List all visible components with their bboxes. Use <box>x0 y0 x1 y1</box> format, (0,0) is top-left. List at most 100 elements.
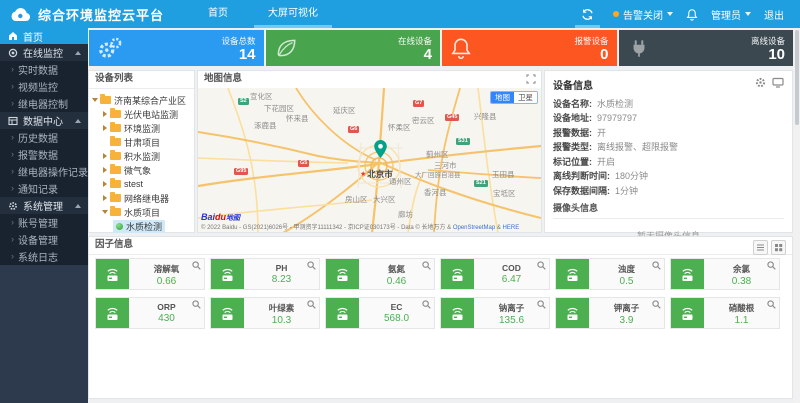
map-label: 大厂回族自治县 <box>415 169 461 179</box>
sidebar-item-alarm-data[interactable]: ›报警数据 <box>0 146 88 163</box>
sidebar-item-label: 继电器控制 <box>18 96 68 111</box>
map-label: 香河县 <box>424 187 447 198</box>
factor-card[interactable]: PH 8.23 <box>210 258 320 290</box>
chevron-up-icon <box>75 51 81 55</box>
camera-section-title: 摄像头信息 <box>553 201 784 215</box>
monitor-icon <box>8 48 18 58</box>
magnifier-icon[interactable] <box>652 300 661 309</box>
expander-icon[interactable] <box>103 125 107 131</box>
sidebar-item-notice-log[interactable]: ›通知记录 <box>0 180 88 197</box>
nav-home[interactable]: 首页 <box>188 0 248 28</box>
tree-node-folder[interactable]: 网络继电器 <box>91 191 192 205</box>
magnifier-icon[interactable] <box>537 300 546 309</box>
grid-view-icon[interactable] <box>771 240 786 255</box>
factor-card[interactable]: EC 568.0 <box>325 297 435 329</box>
tree-node-folder[interactable]: stest <box>91 177 192 191</box>
factor-card[interactable]: 余氯 0.38 <box>670 258 780 290</box>
magnifier-icon[interactable] <box>767 261 776 270</box>
refresh-icon[interactable] <box>575 0 600 28</box>
tree-node-folder[interactable]: 光伏电站监测 <box>91 107 192 121</box>
factors-panel: 因子信息 溶解氧 0.66 PH 8.23 氨氮 0.46 <box>88 236 793 399</box>
stat-card-total-devices[interactable]: 设备总数14 <box>89 30 264 66</box>
sidebar-item-device-manage[interactable]: ›设备管理 <box>0 231 88 248</box>
expander-open-icon[interactable] <box>102 210 108 214</box>
sidebar-item-account-manage[interactable]: ›账号管理 <box>0 214 88 231</box>
sidebar-section-system-manage[interactable]: 系统管理 <box>0 197 88 214</box>
sidebar-item-home[interactable]: 首页 <box>0 28 88 44</box>
magnifier-icon[interactable] <box>192 261 201 270</box>
tree-node-label: stest <box>124 179 143 189</box>
alarm-toggle[interactable]: 告警关闭 <box>613 7 673 22</box>
page-scrollbar[interactable] <box>794 28 800 403</box>
factor-card[interactable]: 氨氮 0.46 <box>325 258 435 290</box>
factor-card[interactable]: ORP 430 <box>95 297 205 329</box>
map-type-satellite-button[interactable]: 卫星 <box>514 92 537 103</box>
factor-grid: 溶解氧 0.66 PH 8.23 氨氮 0.46 COD 6.47 <box>95 258 786 329</box>
expander-icon[interactable] <box>103 153 107 159</box>
sidebar-section-data-center[interactable]: 数据中心 <box>0 112 88 129</box>
map-type-switch[interactable]: 地图 卫星 <box>490 91 538 104</box>
map-label: 怀来县 <box>286 113 309 124</box>
magnifier-icon[interactable] <box>307 261 316 270</box>
factor-card[interactable]: 叶绿素 10.3 <box>210 297 320 329</box>
sidebar-section-online-monitor[interactable]: 在线监控 <box>0 44 88 61</box>
osm-link[interactable]: OpenStreetMap <box>453 225 495 231</box>
magnifier-icon[interactable] <box>422 300 431 309</box>
sidebar-item-realtime-data[interactable]: ›实时数据 <box>0 61 88 78</box>
bell-icon[interactable] <box>686 8 698 21</box>
sidebar-item-video-monitor[interactable]: ›视频监控 <box>0 78 88 95</box>
tree-node-label: 济南某综合产业区 <box>114 94 186 107</box>
factor-card[interactable]: 浊度 0.5 <box>555 258 665 290</box>
tree-node-root[interactable]: 济南某综合产业区 <box>91 93 192 107</box>
tree-node-leaf-selected[interactable]: 水质检测 <box>91 219 192 233</box>
magnifier-icon[interactable] <box>307 300 316 309</box>
here-link[interactable]: HERE <box>503 225 520 231</box>
nav-bigscreen[interactable]: 大屏可视化 <box>248 0 338 28</box>
folder-icon <box>110 138 121 146</box>
magnifier-icon[interactable] <box>422 261 431 270</box>
sidebar-item-history-data[interactable]: ›历史数据 <box>0 129 88 146</box>
info-row: 标记位置:开启 <box>553 154 784 169</box>
factor-card[interactable]: COD 6.47 <box>440 258 550 290</box>
tree-node-folder[interactable]: 环境监测 <box>91 121 192 135</box>
magnifier-icon[interactable] <box>537 261 546 270</box>
factor-card[interactable]: 钠离子 135.6 <box>440 297 550 329</box>
tree-node-folder[interactable]: 甘肃项目 <box>91 135 192 149</box>
stat-card-alarm-devices[interactable]: 报警设备0 <box>442 30 617 66</box>
tree-node-folder[interactable]: 微气象 <box>91 163 192 177</box>
map-canvas[interactable]: 宣化区 下花园区 怀来县 涿鹿县 延庆区 怀柔区 密云区 兴隆县 蓟州区 三河市… <box>198 88 541 232</box>
info-row: 设备地址:97979797 <box>553 111 784 126</box>
expander-icon[interactable] <box>103 111 107 117</box>
factor-card[interactable]: 溶解氧 0.66 <box>95 258 205 290</box>
stat-card-online-devices[interactable]: 在线设备4 <box>266 30 441 66</box>
magnifier-icon[interactable] <box>767 300 776 309</box>
stat-card-offline-devices[interactable]: 离线设备10 <box>619 30 794 66</box>
monitor-icon[interactable] <box>772 77 784 88</box>
logout-button[interactable]: 退出 <box>764 7 784 22</box>
factor-value: 6.47 <box>474 274 549 285</box>
expander-icon[interactable] <box>103 195 107 201</box>
user-menu[interactable]: 管理员 <box>711 7 751 22</box>
expander-icon[interactable] <box>103 181 107 187</box>
expander-open-icon[interactable] <box>92 98 98 102</box>
tree-node-folder[interactable]: 水质项目 <box>91 205 192 219</box>
folder-icon <box>110 180 121 188</box>
map-pin-icon[interactable] <box>374 140 387 158</box>
factor-card[interactable]: 钾离子 3.9 <box>555 297 665 329</box>
chevron-up-icon <box>75 119 81 123</box>
sidebar-item-system-log[interactable]: ›系统日志 <box>0 248 88 265</box>
sidebar-item-relay-log[interactable]: ›继电器操作记录 <box>0 163 88 180</box>
sidebar-item-relay-control[interactable]: ›继电器控制 <box>0 95 88 112</box>
factor-card[interactable]: 硝酸根 1.1 <box>670 297 780 329</box>
scrollbar-thumb[interactable] <box>795 30 799 125</box>
magnifier-icon[interactable] <box>652 261 661 270</box>
tree-node-label: 环境监测 <box>124 122 160 135</box>
list-view-icon[interactable] <box>753 240 768 255</box>
fullscreen-icon[interactable] <box>526 74 536 84</box>
map-type-map-button[interactable]: 地图 <box>491 92 514 103</box>
tree-node-folder[interactable]: 积水监测 <box>91 149 192 163</box>
sensor-icon <box>671 259 704 289</box>
expander-icon[interactable] <box>103 167 107 173</box>
gear-icon[interactable] <box>755 77 766 88</box>
magnifier-icon[interactable] <box>192 300 201 309</box>
